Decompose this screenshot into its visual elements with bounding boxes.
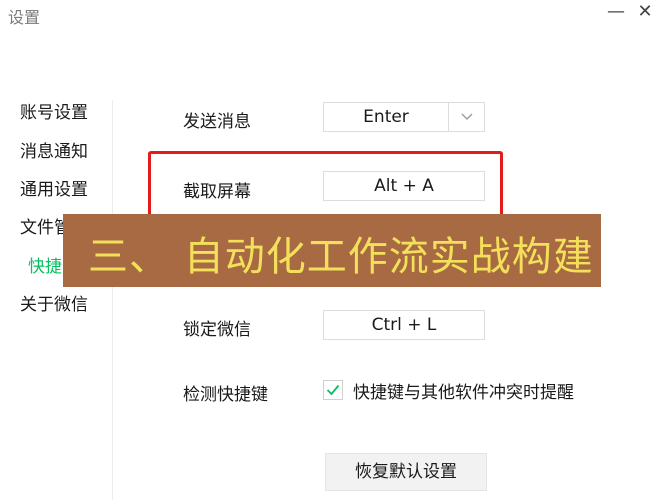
sidebar-item-shortcuts[interactable]: 快捷 [28,252,62,277]
send-message-select[interactable]: Enter [323,102,485,132]
lock-shortcut-field[interactable]: Ctrl + L [323,310,485,340]
sidebar-item-account[interactable]: 账号设置 [20,98,88,123]
sidebar-item-general[interactable]: 通用设置 [20,175,88,200]
minimize-button[interactable]: — [604,0,628,24]
screenshot-label: 截取屏幕 [183,182,251,202]
sidebar-divider [112,100,113,500]
lock-label: 锁定微信 [183,320,251,340]
conflict-checkbox-label: 快捷键与其他软件冲突时提醒 [353,383,574,403]
overlay-banner-text: 三、 自动化工作流实战构建 [88,234,594,280]
sidebar-item-notifications[interactable]: 消息通知 [20,137,88,162]
minimize-icon: — [607,1,625,22]
window-title: 设置 [8,8,41,27]
restore-defaults-button[interactable]: 恢复默认设置 [325,453,487,491]
send-message-value: Enter [363,107,409,127]
conflict-checkbox[interactable] [323,380,343,400]
chevron-down-icon[interactable] [448,103,484,131]
close-icon: ✕ [637,1,653,22]
detect-label: 检测快捷键 [183,385,268,405]
sidebar-item-about[interactable]: 关于微信 [20,290,88,315]
screenshot-shortcut-field[interactable]: Alt + A [323,171,485,201]
close-button[interactable]: ✕ [633,0,657,24]
send-message-label: 发送消息 [183,112,251,132]
overlay-banner: 三、 自动化工作流实战构建 [63,214,601,287]
checkmark-icon [326,384,340,396]
